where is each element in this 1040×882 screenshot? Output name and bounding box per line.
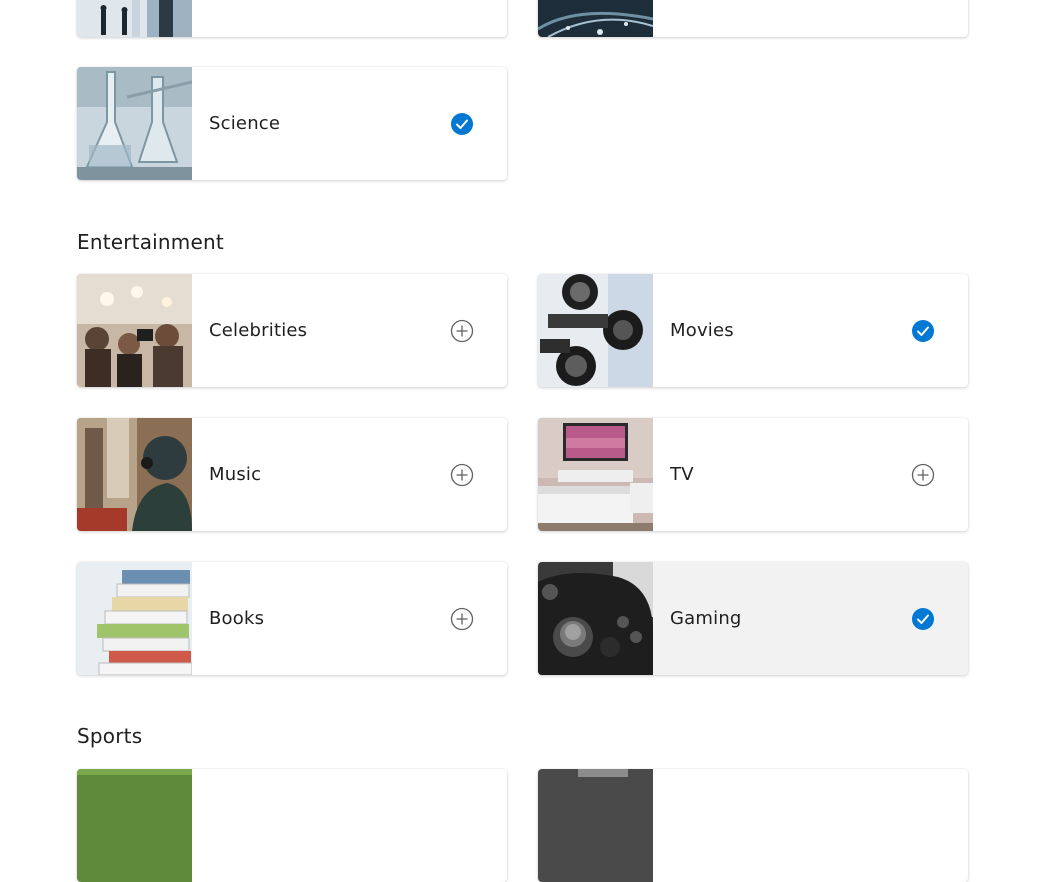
plus-circle-icon[interactable] [911, 463, 935, 487]
topic-image-movies [538, 274, 653, 387]
plus-circle-icon[interactable] [450, 463, 474, 487]
topic-label: Science [209, 113, 281, 134]
topic-image-sports-right [538, 769, 653, 882]
check-circle-icon[interactable] [911, 607, 935, 631]
topic-label: Celebrities [209, 320, 308, 341]
topic-card-partial-right[interactable] [538, 0, 968, 37]
topic-card-music[interactable]: Music [77, 418, 507, 531]
topic-card-partial-bottom-right[interactable] [538, 769, 968, 882]
plus-circle-icon[interactable] [450, 607, 474, 631]
topic-image-music [77, 418, 192, 531]
topic-card-partial-left[interactable] [77, 0, 507, 37]
topic-image-tv [538, 418, 653, 531]
topic-label: Movies [670, 320, 734, 341]
topic-image-celebrities [77, 274, 192, 387]
section-heading-sports: Sports [77, 724, 143, 748]
topic-image-technology [538, 0, 653, 37]
topic-card-tv[interactable]: TV [538, 418, 968, 531]
topic-card-science[interactable]: Science [77, 67, 507, 180]
topic-card-movies[interactable]: Movies [538, 274, 968, 387]
topic-image-business [77, 0, 192, 37]
topic-image-gaming [538, 562, 653, 675]
topic-card-partial-bottom-left[interactable] [77, 769, 507, 882]
topic-image-science [77, 67, 192, 180]
topic-label: TV [670, 464, 694, 485]
topic-card-gaming[interactable]: Gaming [538, 562, 968, 675]
check-circle-icon[interactable] [450, 112, 474, 136]
topic-label: Music [209, 464, 262, 485]
topic-image-books [77, 562, 192, 675]
topic-card-celebrities[interactable]: Celebrities [77, 274, 507, 387]
topic-label: Books [209, 608, 265, 629]
topic-label: Gaming [670, 608, 742, 629]
topic-image-sports-left [77, 769, 192, 882]
topic-card-books[interactable]: Books [77, 562, 507, 675]
plus-circle-icon[interactable] [450, 319, 474, 343]
section-heading-entertainment: Entertainment [77, 230, 224, 254]
check-circle-icon[interactable] [911, 319, 935, 343]
